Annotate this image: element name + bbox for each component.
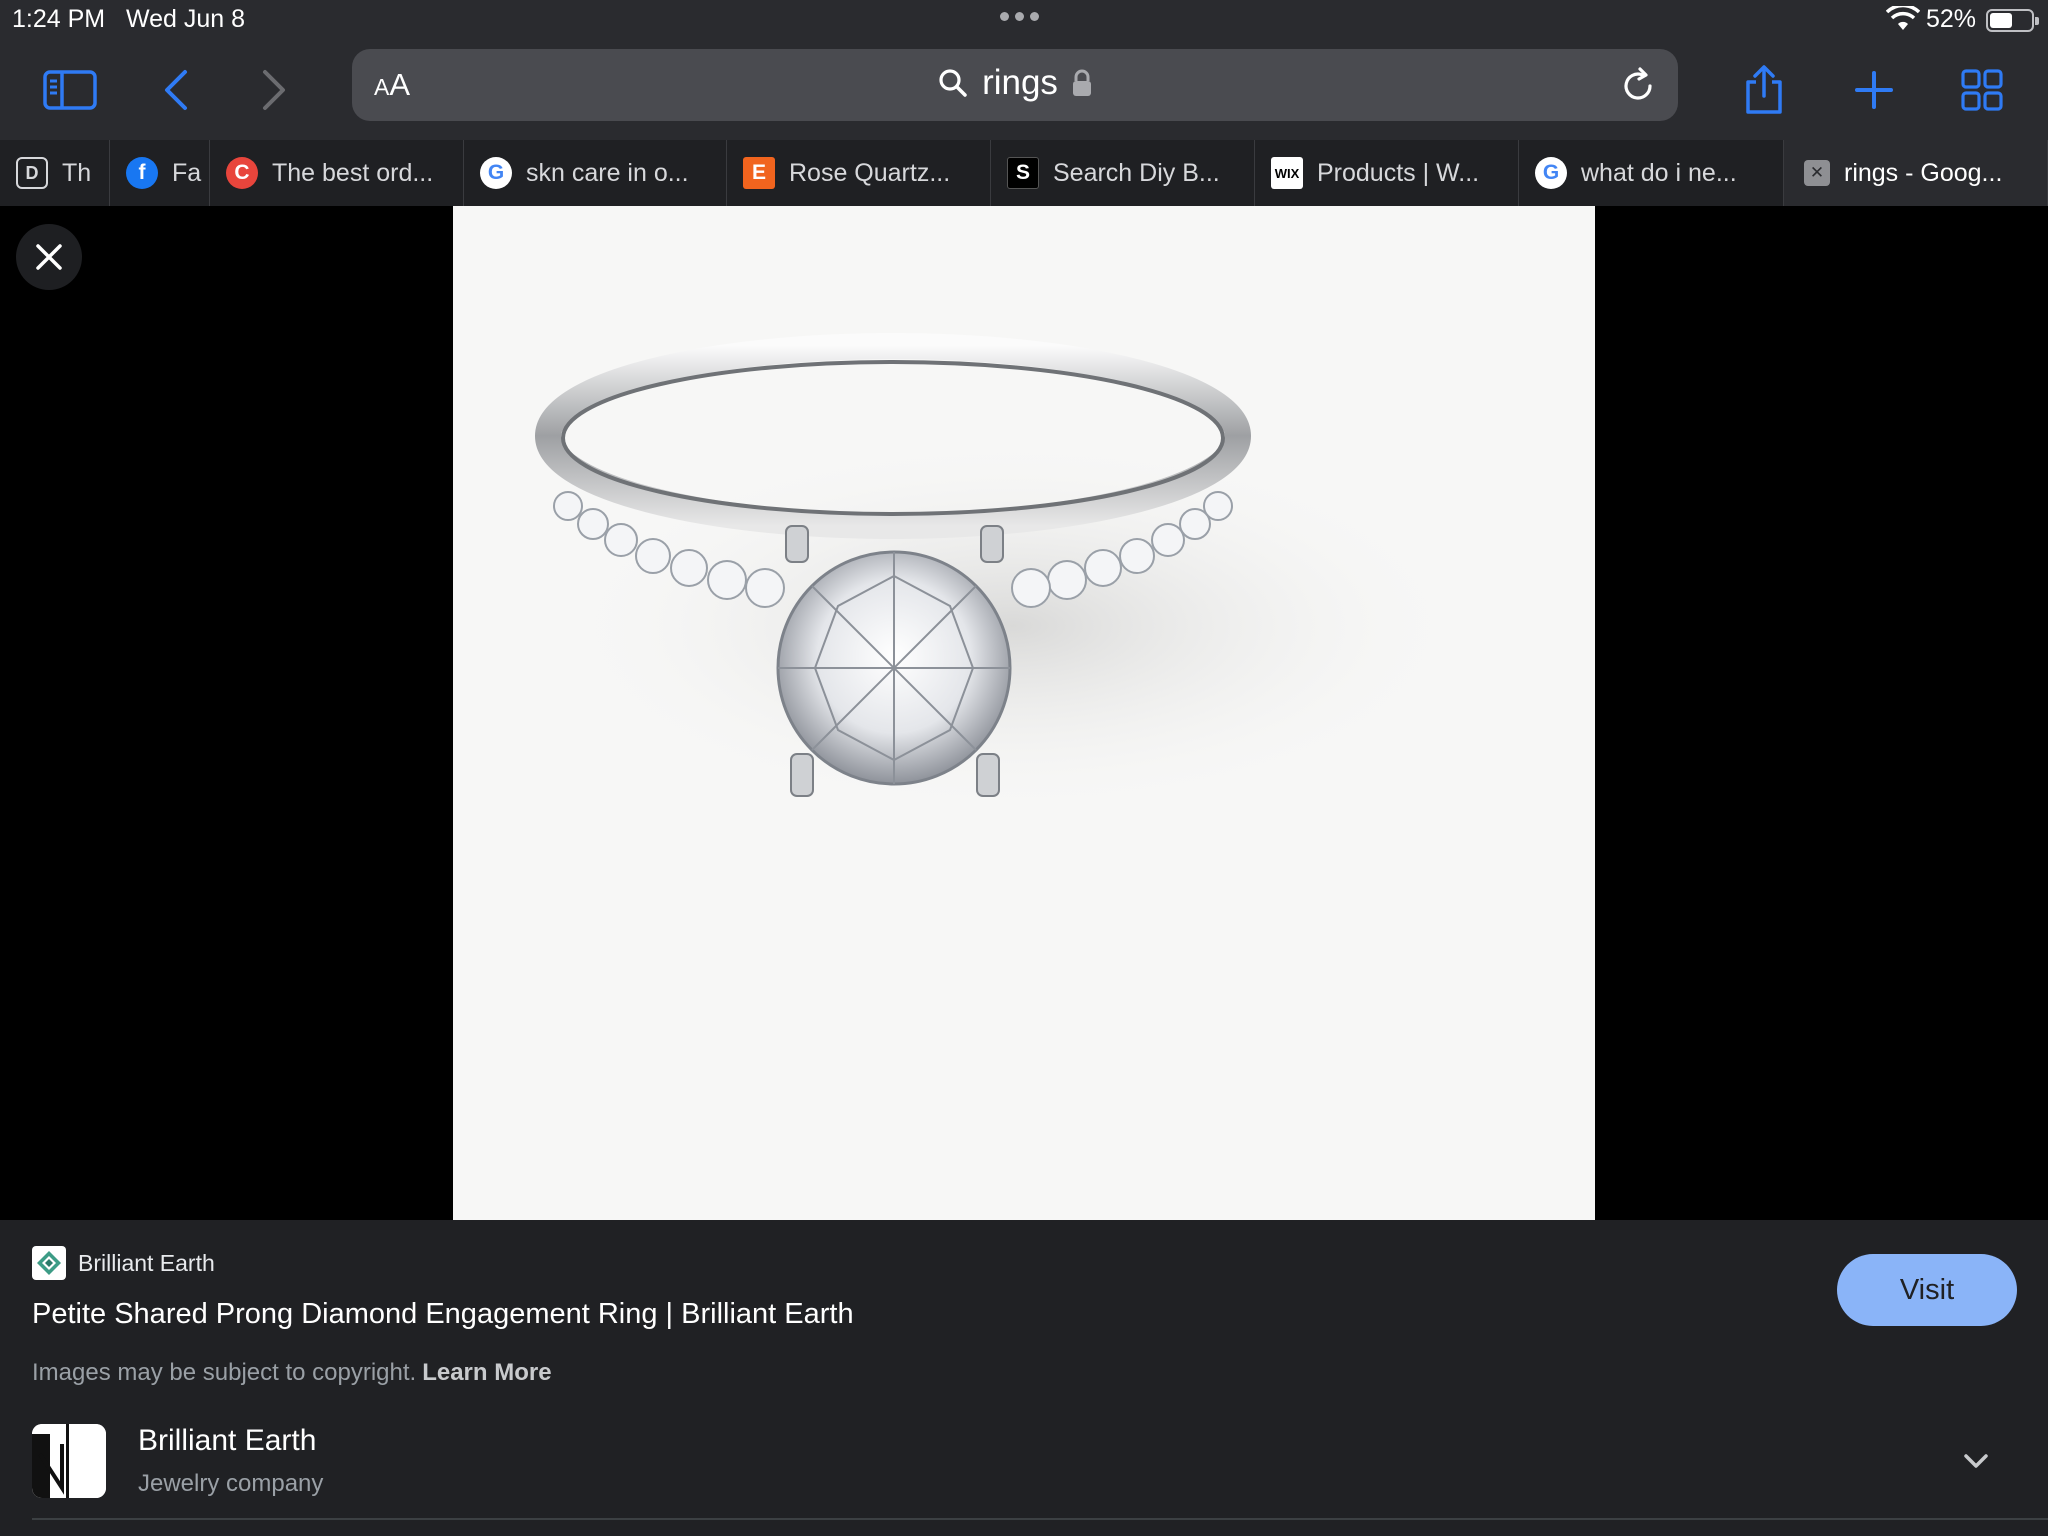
brilliant-earth-logo-icon xyxy=(32,1246,66,1280)
sidebar-button[interactable] xyxy=(38,58,102,122)
lock-icon xyxy=(1072,69,1091,96)
divider xyxy=(32,1518,2048,1520)
address-query: rings xyxy=(982,63,1058,102)
copyright-notice: Images may be subject to copyright. Learn… xyxy=(32,1359,552,1386)
status-bar: 1:24 PM Wed Jun 8 52% xyxy=(0,0,2048,40)
image-viewer xyxy=(0,206,2048,1220)
forward-button[interactable] xyxy=(242,58,306,122)
image-title[interactable]: Petite Shared Prong Diamond Engagement R… xyxy=(32,1298,854,1331)
sidebar-icon xyxy=(43,70,97,110)
chevron-left-icon xyxy=(165,70,187,110)
google-icon: G xyxy=(1535,157,1567,189)
tab-label: Fa xyxy=(172,158,202,187)
chevron-down-icon[interactable] xyxy=(1956,1442,1996,1482)
tab-label: Rose Quartz... xyxy=(789,158,951,187)
tab-favicon-c: C xyxy=(226,157,258,189)
wifi-icon xyxy=(1886,6,1920,30)
status-time: 1:24 PM xyxy=(12,5,106,33)
tab-grid-icon xyxy=(1961,69,2003,111)
tab-overview-button[interactable] xyxy=(1950,58,2014,122)
wix-icon: WIX xyxy=(1271,157,1303,189)
close-icon xyxy=(36,244,62,270)
visit-button[interactable]: Visit xyxy=(1837,1254,2017,1326)
tab-4[interactable]: G skn care in o... xyxy=(464,140,727,206)
battery-icon xyxy=(1986,9,2039,32)
reload-icon[interactable] xyxy=(1618,66,1658,106)
tab-active[interactable]: ✕ rings - Goog... xyxy=(1784,140,2048,206)
tab-label: rings - Goog... xyxy=(1844,158,2003,187)
address-bar[interactable]: AA rings xyxy=(352,49,1678,121)
source-name: Brilliant Earth xyxy=(78,1249,215,1276)
image-info-panel: Brilliant Earth Petite Shared Prong Diam… xyxy=(0,1220,2048,1536)
google-icon: G xyxy=(480,157,512,189)
entity-logo xyxy=(32,1424,106,1498)
tab-3[interactable]: C The best ord... xyxy=(210,140,464,206)
entity-type: Jewelry company xyxy=(138,1470,324,1497)
close-tab-icon[interactable]: ✕ xyxy=(1804,160,1830,186)
tab-favicon-s: S xyxy=(1007,157,1039,189)
tab-8[interactable]: G what do i ne... xyxy=(1519,140,1784,206)
search-icon xyxy=(939,69,967,97)
etsy-icon: E xyxy=(743,157,775,189)
tab-label: The best ord... xyxy=(272,158,434,187)
status-date: Wed Jun 8 xyxy=(126,5,246,33)
tab-7[interactable]: WIX Products | W... xyxy=(1255,140,1519,206)
tab-bar: D Th f Fa C The best ord... G skn care i… xyxy=(0,140,2048,206)
tab-label: Th xyxy=(62,158,92,187)
chevron-right-icon xyxy=(263,70,285,110)
plus-icon xyxy=(1855,71,1893,109)
tab-label: skn care in o... xyxy=(526,158,689,187)
source-row[interactable]: Brilliant Earth xyxy=(32,1246,215,1280)
new-tab-button[interactable] xyxy=(1842,58,1906,122)
ring-photo[interactable] xyxy=(453,206,1595,1220)
tab-5[interactable]: E Rose Quartz... xyxy=(727,140,991,206)
share-button[interactable] xyxy=(1732,58,1796,122)
tab-favicon-d: D xyxy=(16,157,48,189)
share-icon xyxy=(1746,65,1782,114)
browser-toolbar: AA rings xyxy=(0,40,2048,140)
back-button[interactable] xyxy=(144,58,208,122)
tab-6[interactable]: S Search Diy B... xyxy=(991,140,1255,206)
battery-percent: 52% xyxy=(1926,5,1977,33)
tab-2[interactable]: f Fa xyxy=(110,140,210,206)
close-viewer-button[interactable] xyxy=(16,224,82,290)
tab-1[interactable]: D Th xyxy=(0,140,110,206)
learn-more-link[interactable]: Learn More xyxy=(422,1359,551,1386)
multitasking-dots[interactable] xyxy=(1000,12,1039,21)
tab-label: Products | W... xyxy=(1317,158,1480,187)
tab-label: what do i ne... xyxy=(1581,158,1737,187)
entity-name[interactable]: Brilliant Earth xyxy=(138,1424,316,1458)
ring-image xyxy=(535,333,1473,816)
facebook-icon: f xyxy=(126,157,158,189)
tab-label: Search Diy B... xyxy=(1053,158,1220,187)
